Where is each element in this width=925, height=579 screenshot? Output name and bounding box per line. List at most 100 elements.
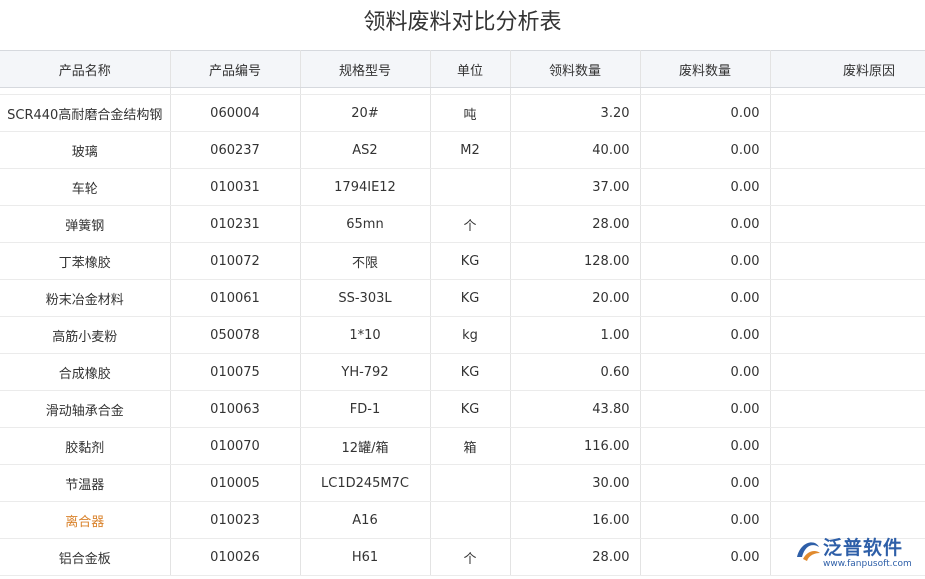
- scrap-reason-cell: [770, 243, 925, 280]
- scrap-qty-cell: 0.00: [640, 95, 770, 132]
- unit-cell: 箱: [430, 428, 510, 465]
- product-name-link[interactable]: SCR440高耐磨合金结构钢: [0, 95, 170, 132]
- comparison-table: 产品名称 产品编号 规格型号 单位 领料数量 废料数量 废料原因 SCR440高…: [0, 50, 925, 576]
- table-row[interactable]: 胶黏剂01007012罐/箱箱116.000.00: [0, 428, 925, 465]
- table-row[interactable]: 离合器010023A16 16.000.00: [0, 502, 925, 539]
- product-name-link[interactable]: 高筋小麦粉: [0, 317, 170, 354]
- product-name-link[interactable]: 铝合金板: [0, 539, 170, 576]
- scrap-reason-cell: [770, 169, 925, 206]
- product-name-link[interactable]: 车轮: [0, 169, 170, 206]
- page-title: 领料废料对比分析表: [0, 0, 925, 46]
- product-code-cell: 010075: [170, 354, 300, 391]
- scrap-qty-cell: 0.00: [640, 539, 770, 576]
- table-header-row: 产品名称 产品编号 规格型号 单位 领料数量 废料数量 废料原因: [0, 51, 925, 88]
- product-name-link[interactable]: 离合器: [0, 502, 170, 539]
- table-row[interactable]: 高筋小麦粉0500781*10kg1.000.00: [0, 317, 925, 354]
- scrap-qty-cell: 0.00: [640, 280, 770, 317]
- scrap-qty-cell: 0.00: [640, 169, 770, 206]
- product-code-cell: 010072: [170, 243, 300, 280]
- scrap-reason-cell: [770, 95, 925, 132]
- issued-qty-cell: 30.00: [510, 465, 640, 502]
- issued-qty-cell: 3.20: [510, 95, 640, 132]
- spec-model-cell: 20#: [300, 95, 430, 132]
- scrap-qty-cell: 0.00: [640, 132, 770, 169]
- column-header-issued-qty[interactable]: 领料数量: [510, 51, 640, 88]
- product-code-cell: 010061: [170, 280, 300, 317]
- spec-model-cell: AS2: [300, 132, 430, 169]
- product-code-cell: 060237: [170, 132, 300, 169]
- product-code-cell: 010063: [170, 391, 300, 428]
- spec-model-cell: 不限: [300, 243, 430, 280]
- table-spacer-row: [0, 88, 925, 95]
- issued-qty-cell: 1.00: [510, 317, 640, 354]
- unit-cell: KG: [430, 354, 510, 391]
- issued-qty-cell: 28.00: [510, 206, 640, 243]
- scrap-qty-cell: 0.00: [640, 243, 770, 280]
- brand-name: 泛普软件: [823, 533, 903, 560]
- product-name-link[interactable]: 合成橡胶: [0, 354, 170, 391]
- spec-model-cell: SS-303L: [300, 280, 430, 317]
- product-name-link[interactable]: 玻璃: [0, 132, 170, 169]
- table-row[interactable]: SCR440高耐磨合金结构钢06000420#吨3.200.00: [0, 95, 925, 132]
- column-header-scrap-reason[interactable]: 废料原因: [770, 51, 925, 88]
- scrap-reason-cell: [770, 391, 925, 428]
- unit-cell: [430, 465, 510, 502]
- unit-cell: [430, 502, 510, 539]
- scrap-qty-cell: 0.00: [640, 206, 770, 243]
- product-code-cell: 060004: [170, 95, 300, 132]
- scrap-reason-cell: [770, 354, 925, 391]
- spec-model-cell: 1*10: [300, 317, 430, 354]
- spec-model-cell: A16: [300, 502, 430, 539]
- scrap-qty-cell: 0.00: [640, 502, 770, 539]
- spec-model-cell: 12罐/箱: [300, 428, 430, 465]
- brand-url: www.fanpusoft.com: [823, 559, 912, 569]
- column-header-spec-model[interactable]: 规格型号: [300, 51, 430, 88]
- product-code-cell: 050078: [170, 317, 300, 354]
- product-code-cell: 010026: [170, 539, 300, 576]
- product-code-cell: 010070: [170, 428, 300, 465]
- column-header-unit[interactable]: 单位: [430, 51, 510, 88]
- scrap-qty-cell: 0.00: [640, 465, 770, 502]
- product-code-cell: 010005: [170, 465, 300, 502]
- product-code-cell: 010023: [170, 502, 300, 539]
- unit-cell: KG: [430, 391, 510, 428]
- product-name-link[interactable]: 胶黏剂: [0, 428, 170, 465]
- spec-model-cell: LC1D245M7C: [300, 465, 430, 502]
- unit-cell: [430, 169, 510, 206]
- product-name-link[interactable]: 弹簧钢: [0, 206, 170, 243]
- product-name-link[interactable]: 丁苯橡胶: [0, 243, 170, 280]
- column-header-scrap-qty[interactable]: 废料数量: [640, 51, 770, 88]
- unit-cell: kg: [430, 317, 510, 354]
- table-row[interactable]: 滑动轴承合金010063FD-1KG43.800.00: [0, 391, 925, 428]
- table-row[interactable]: 丁苯橡胶010072不限KG128.000.00: [0, 243, 925, 280]
- issued-qty-cell: 37.00: [510, 169, 640, 206]
- product-name-link[interactable]: 节温器: [0, 465, 170, 502]
- product-name-link[interactable]: 滑动轴承合金: [0, 391, 170, 428]
- spec-model-cell: 1794IE12: [300, 169, 430, 206]
- issued-qty-cell: 43.80: [510, 391, 640, 428]
- table-row[interactable]: 节温器010005LC1D245M7C 30.000.00: [0, 465, 925, 502]
- unit-cell: 个: [430, 539, 510, 576]
- spec-model-cell: H61: [300, 539, 430, 576]
- unit-cell: KG: [430, 243, 510, 280]
- table-row[interactable]: 铝合金板010026H61个28.000.00: [0, 539, 925, 576]
- scrap-reason-cell: [770, 317, 925, 354]
- table-row[interactable]: 车轮0100311794IE1237.000.00: [0, 169, 925, 206]
- column-header-product-name[interactable]: 产品名称: [0, 51, 170, 88]
- table-row[interactable]: 玻璃060237AS2M240.000.00: [0, 132, 925, 169]
- table-row[interactable]: 粉末冶金材料010061SS-303LKG20.000.00: [0, 280, 925, 317]
- scrap-reason-cell: [770, 465, 925, 502]
- column-header-product-code[interactable]: 产品编号: [170, 51, 300, 88]
- issued-qty-cell: 40.00: [510, 132, 640, 169]
- spec-model-cell: 65mn: [300, 206, 430, 243]
- issued-qty-cell: 16.00: [510, 502, 640, 539]
- product-name-link[interactable]: 粉末冶金材料: [0, 280, 170, 317]
- product-code-cell: 010231: [170, 206, 300, 243]
- scrap-qty-cell: 0.00: [640, 317, 770, 354]
- brand-logo: 泛普软件 www.fanpusoft.com: [793, 533, 923, 575]
- table-row[interactable]: 合成橡胶010075YH-792KG0.600.00: [0, 354, 925, 391]
- issued-qty-cell: 0.60: [510, 354, 640, 391]
- table-row[interactable]: 弹簧钢01023165mn个28.000.00: [0, 206, 925, 243]
- scrap-qty-cell: 0.00: [640, 354, 770, 391]
- issued-qty-cell: 20.00: [510, 280, 640, 317]
